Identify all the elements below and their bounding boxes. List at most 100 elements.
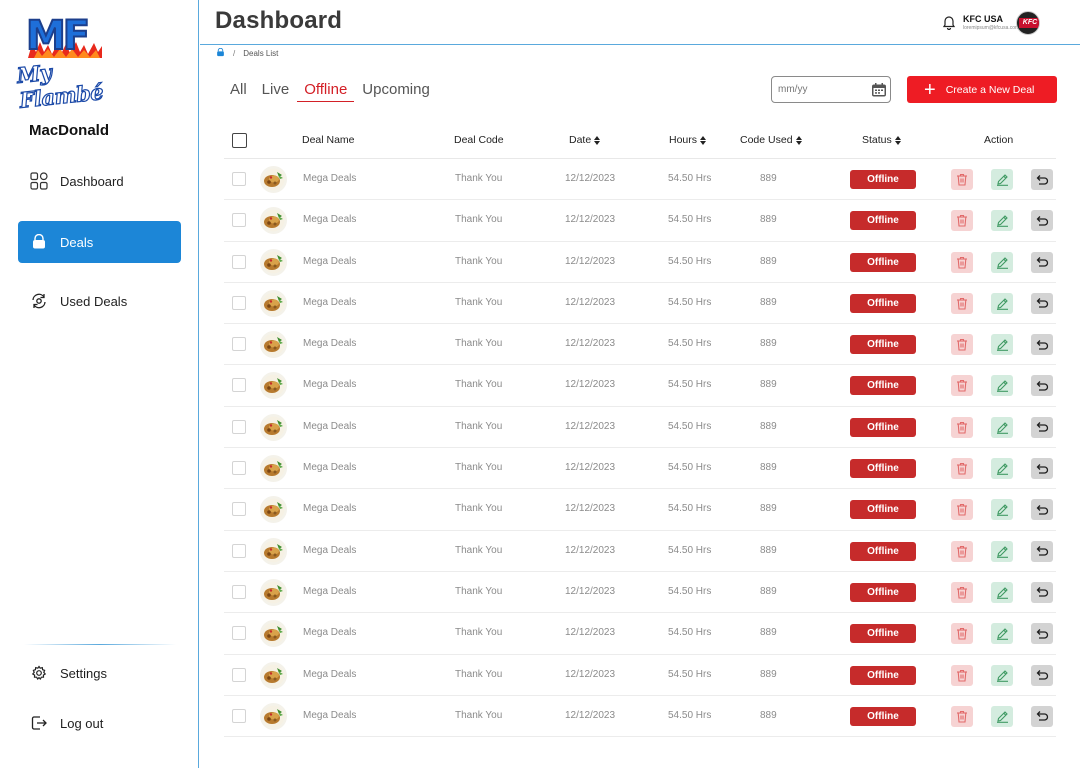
account-info[interactable]: KFC USA loremipsum@kfcusa.com (963, 14, 1019, 32)
delete-button[interactable] (951, 292, 973, 314)
tab-all[interactable]: All (230, 80, 247, 102)
bag-icon[interactable] (216, 47, 225, 59)
row-checkbox[interactable] (232, 378, 246, 393)
edit-button[interactable] (991, 416, 1013, 438)
sidebar-item-settings[interactable]: Settings (18, 652, 181, 694)
status-badge: Offline (850, 417, 916, 437)
select-all-checkbox[interactable] (232, 133, 247, 148)
delete-button[interactable] (951, 705, 973, 727)
delete-button[interactable] (951, 210, 973, 232)
row-checkbox[interactable] (232, 584, 246, 599)
deal-name: Mega Deals (303, 173, 357, 184)
bell-icon[interactable] (941, 14, 957, 31)
table-row[interactable]: Mega Deals Thank You 12/12/2023 54.50 Hr… (224, 613, 1056, 655)
delete-button[interactable] (951, 540, 973, 562)
table-row[interactable]: Mega Deals Thank You 12/12/2023 54.50 Hr… (224, 200, 1056, 242)
delete-button[interactable] (951, 416, 973, 438)
tab-upcoming[interactable]: Upcoming (362, 80, 430, 102)
revert-button[interactable] (1031, 623, 1053, 645)
deal-code: Thank You (455, 214, 503, 226)
edit-button[interactable] (991, 458, 1013, 480)
edit-button[interactable] (991, 499, 1013, 521)
delete-button[interactable] (951, 334, 973, 356)
row-checkbox[interactable] (232, 502, 246, 517)
table-row[interactable]: Mega Deals Thank You 12/12/2023 54.50 Hr… (224, 407, 1056, 449)
sidebar-item-used-deals[interactable]: Used Deals (18, 280, 181, 322)
delete-button[interactable] (951, 251, 973, 273)
delete-button[interactable] (951, 623, 973, 645)
row-checkbox[interactable] (232, 172, 246, 186)
revert-button[interactable] (1031, 292, 1053, 314)
edit-button[interactable] (991, 623, 1013, 645)
edit-button[interactable] (991, 375, 1013, 397)
delete-button[interactable] (951, 499, 973, 521)
column-date[interactable]: Date (569, 134, 601, 146)
revert-button[interactable] (1031, 705, 1053, 727)
edit-button[interactable] (991, 581, 1013, 603)
tab-offline[interactable]: Offline (297, 80, 355, 102)
deal-code: Thank You (455, 585, 503, 597)
table-row[interactable]: Mega Deals Thank You 12/12/2023 54.50 Hr… (224, 572, 1056, 614)
table-row[interactable]: Mega Deals Thank You 12/12/2023 54.50 Hr… (224, 365, 1056, 407)
row-checkbox[interactable] (232, 667, 246, 682)
edit-button[interactable] (991, 705, 1013, 727)
brand-logo[interactable]: MF My Flambé (15, 14, 112, 113)
edit-button[interactable] (991, 540, 1013, 562)
table-row[interactable]: Mega Deals Thank You 12/12/2023 54.50 Hr… (224, 448, 1056, 490)
delete-button[interactable] (951, 581, 973, 603)
row-checkbox[interactable] (232, 626, 246, 641)
row-checkbox[interactable] (232, 461, 246, 476)
delete-button[interactable] (951, 664, 973, 686)
edit-button[interactable] (991, 251, 1013, 273)
revert-button[interactable] (1031, 664, 1053, 686)
row-checkbox[interactable] (232, 254, 246, 269)
revert-button[interactable] (1031, 210, 1053, 232)
table-row[interactable]: Mega Deals Thank You 12/12/2023 54.50 Hr… (224, 283, 1056, 325)
revert-button[interactable] (1031, 416, 1053, 438)
revert-button[interactable] (1031, 169, 1053, 190)
column-status[interactable]: Status (862, 134, 901, 146)
avatar-logo: KFC (1019, 18, 1039, 28)
revert-button[interactable] (1031, 499, 1053, 521)
table-row[interactable]: Mega Deals Thank You 12/12/2023 54.50 Hr… (224, 696, 1056, 738)
edit-button[interactable] (991, 169, 1013, 190)
sidebar-item-deals[interactable]: Deals (18, 221, 181, 263)
column-hours[interactable]: Hours (669, 134, 707, 146)
delete-button[interactable] (951, 458, 973, 480)
revert-button[interactable] (1031, 251, 1053, 273)
revert-button[interactable] (1031, 458, 1053, 480)
date-filter-input[interactable]: mm/yy (771, 76, 891, 103)
revert-button[interactable] (1031, 334, 1053, 356)
table-row[interactable]: Mega Deals Thank You 12/12/2023 54.50 Hr… (224, 159, 1056, 201)
column-code-used[interactable]: Code Used (740, 134, 802, 146)
trash-icon (957, 504, 967, 516)
row-checkbox[interactable] (232, 337, 246, 352)
revert-button[interactable] (1031, 375, 1053, 397)
row-checkbox[interactable] (232, 295, 246, 310)
sidebar-item-dashboard[interactable]: Dashboard (18, 160, 181, 202)
table-row[interactable]: Mega Deals Thank You 12/12/2023 54.50 Hr… (224, 655, 1056, 696)
delete-button[interactable] (951, 375, 973, 397)
row-checkbox[interactable] (232, 543, 246, 558)
revert-button[interactable] (1031, 540, 1053, 562)
edit-button[interactable] (991, 334, 1013, 356)
table-row[interactable]: Mega Deals Thank You 12/12/2023 54.50 Hr… (224, 531, 1056, 572)
edit-button[interactable] (991, 210, 1013, 232)
sidebar-item-logout[interactable]: Log out (18, 702, 181, 744)
avatar[interactable]: KFC (1016, 11, 1040, 35)
table-row[interactable]: Mega Deals Thank You 12/12/2023 54.50 Hr… (224, 324, 1056, 366)
row-checkbox[interactable] (232, 419, 246, 434)
tab-live[interactable]: Live (262, 80, 290, 102)
delete-button[interactable] (951, 169, 973, 190)
row-checkbox[interactable] (232, 213, 246, 228)
edit-button[interactable] (991, 292, 1013, 314)
table-row[interactable]: Mega Deals Thank You 12/12/2023 54.50 Hr… (224, 242, 1056, 283)
status-badge: Offline (850, 624, 916, 644)
create-deal-button[interactable]: + Create a New Deal (907, 76, 1057, 103)
edit-button[interactable] (991, 664, 1013, 686)
status-badge: Offline (850, 541, 916, 561)
calendar-icon[interactable] (871, 82, 887, 98)
revert-button[interactable] (1031, 581, 1053, 603)
row-checkbox[interactable] (232, 708, 246, 723)
table-row[interactable]: Mega Deals Thank You 12/12/2023 54.50 Hr… (224, 489, 1056, 531)
